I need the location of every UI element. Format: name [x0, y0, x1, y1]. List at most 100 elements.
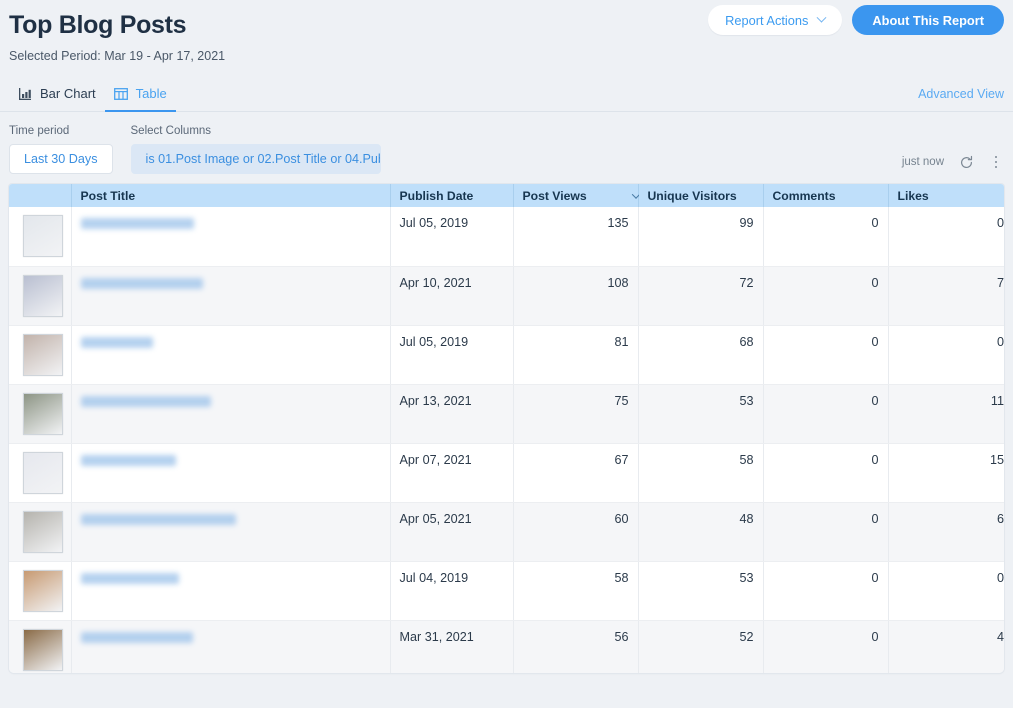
post-title-link[interactable]	[80, 631, 193, 643]
post-title-cell[interactable]	[71, 266, 391, 326]
refresh-status-label: just now	[901, 156, 944, 168]
advanced-view-link[interactable]: Advanced View	[918, 87, 1004, 101]
comments-cell: 0	[763, 266, 889, 326]
report-actions-button[interactable]: Report Actions	[708, 5, 843, 35]
table-row[interactable]: Apr 13, 2021 75 53 0 11	[9, 384, 1004, 444]
post-title-link[interactable]	[80, 513, 236, 525]
unique-visitors-cell: 72	[638, 266, 764, 326]
post-views-cell: 58	[513, 561, 639, 621]
post-thumbnail-cell	[9, 266, 72, 326]
column-header-publish-date[interactable]: Publish Date	[390, 184, 514, 207]
comments-cell: 0	[763, 443, 889, 503]
posts-table-container: Post Title Publish Date Post Views Uniqu…	[9, 184, 1004, 673]
column-header-post-views-label: Post Views	[522, 188, 587, 203]
time-period-value-pill[interactable]: Last 30 Days	[9, 144, 113, 174]
select-columns-label: Select Columns	[130, 125, 212, 137]
post-title-cell[interactable]	[71, 561, 391, 621]
post-thumbnail	[23, 333, 63, 376]
post-title-link[interactable]	[80, 395, 211, 407]
column-header-comments[interactable]: Comments	[763, 184, 889, 207]
bar-chart-icon	[18, 87, 32, 101]
publish-date-cell: Jul 04, 2019	[390, 561, 514, 621]
column-header-post-title[interactable]: Post Title	[71, 184, 391, 207]
likes-cell: 0	[888, 561, 1004, 621]
tab-table-label: Table	[135, 86, 167, 101]
chevron-down-icon	[816, 12, 827, 23]
table-row[interactable]: Jul 05, 2019 135 99 0 0	[9, 207, 1004, 267]
tab-bar-chart[interactable]: Bar Chart	[9, 86, 105, 111]
post-thumbnail-cell	[9, 561, 72, 621]
post-title-link[interactable]	[80, 336, 153, 348]
header-actions: Report Actions About This Report	[708, 5, 1004, 35]
likes-cell: 6	[888, 502, 1004, 562]
tab-bar-chart-label: Bar Chart	[40, 86, 96, 101]
table-row[interactable]: Mar 31, 2021 56 52 0 4	[9, 620, 1004, 673]
column-header-comments-label: Comments	[772, 188, 836, 203]
post-title-cell[interactable]	[71, 207, 391, 267]
tab-table[interactable]: Table	[104, 86, 176, 112]
post-title-link[interactable]	[80, 572, 179, 584]
refresh-icon[interactable]	[958, 154, 974, 170]
post-thumbnail	[23, 274, 63, 317]
post-title-link[interactable]	[80, 454, 176, 466]
comments-cell: 0	[763, 620, 889, 673]
filter-group: Time period Last 30 Days Select Columns …	[9, 124, 1004, 174]
post-views-cell: 81	[513, 325, 639, 385]
table-row[interactable]: Apr 10, 2021 108 72 0 7	[9, 266, 1004, 326]
post-thumbnail	[23, 392, 63, 435]
column-header-post-views[interactable]: Post Views	[513, 184, 640, 207]
post-thumbnail	[23, 451, 63, 494]
post-views-cell: 67	[513, 443, 639, 503]
unique-visitors-cell: 52	[638, 620, 764, 673]
table-row[interactable]: Apr 07, 2021 67 58 0 15	[9, 443, 1004, 503]
table-row[interactable]: Jul 05, 2019 81 68 0 0	[9, 325, 1004, 385]
filter-bar-right-controls: just now	[902, 154, 1004, 170]
post-title-cell[interactable]	[71, 620, 391, 673]
table-header: Post Title Publish Date Post Views Uniqu…	[9, 184, 1004, 207]
column-header-thumbnail	[9, 184, 72, 207]
publish-date-cell: Jul 05, 2019	[390, 325, 514, 385]
column-header-post-title-label: Post Title	[80, 188, 136, 203]
post-thumbnail	[23, 569, 63, 612]
table-row[interactable]: Jul 04, 2019 58 53 0 0	[9, 561, 1004, 621]
more-options-icon[interactable]	[988, 154, 1004, 170]
post-title-link[interactable]	[80, 218, 194, 229]
comments-cell: 0	[763, 502, 889, 562]
post-title-cell[interactable]	[71, 325, 391, 385]
publish-date-cell: Apr 05, 2021	[390, 502, 514, 562]
filter-bar: Time period Last 30 Days Select Columns …	[0, 112, 1013, 184]
publish-date-cell: Mar 31, 2021	[390, 620, 514, 673]
likes-cell: 0	[888, 207, 1004, 267]
post-thumbnail	[23, 628, 63, 671]
column-header-unique-visitors[interactable]: Unique Visitors	[638, 184, 764, 207]
select-columns-value-pill[interactable]: is 01.Post Image or 02.Post Title or 04.…	[130, 144, 381, 174]
likes-cell: 0	[888, 325, 1004, 385]
post-title-cell[interactable]	[71, 384, 391, 444]
comments-cell: 0	[763, 207, 889, 267]
likes-cell: 11	[888, 384, 1004, 444]
about-this-report-button[interactable]: About This Report	[852, 5, 1004, 35]
comments-cell: 0	[763, 561, 889, 621]
post-thumbnail-cell	[9, 502, 72, 562]
publish-date-cell: Jul 05, 2019	[390, 207, 514, 267]
table-header-row: Post Title Publish Date Post Views Uniqu…	[9, 184, 1004, 207]
post-title-link[interactable]	[80, 277, 203, 289]
unique-visitors-cell: 58	[638, 443, 764, 503]
table-icon	[113, 87, 128, 101]
page-header: Top Blog Posts Selected Period: Mar 19 -…	[0, 0, 1013, 72]
likes-cell: 7	[888, 266, 1004, 326]
unique-visitors-cell: 68	[638, 325, 764, 385]
unique-visitors-cell: 99	[638, 207, 764, 267]
table-row[interactable]: Apr 05, 2021 60 48 0 6	[9, 502, 1004, 562]
table-body: Jul 05, 2019 135 99 0 0 Apr 10, 2021 108 72 0 7 Ju…	[9, 207, 1004, 673]
unique-visitors-cell: 53	[638, 384, 764, 444]
posts-table: Post Title Publish Date Post Views Uniqu…	[9, 184, 1004, 673]
report-actions-label: Report Actions	[725, 12, 809, 28]
column-header-publish-date-label: Publish Date	[399, 188, 474, 203]
column-header-likes[interactable]: Likes	[888, 184, 1004, 207]
publish-date-cell: Apr 07, 2021	[390, 443, 514, 503]
post-thumbnail	[23, 215, 63, 257]
post-title-cell[interactable]	[71, 502, 391, 562]
column-header-likes-label: Likes	[897, 188, 929, 203]
post-title-cell[interactable]	[71, 443, 391, 503]
